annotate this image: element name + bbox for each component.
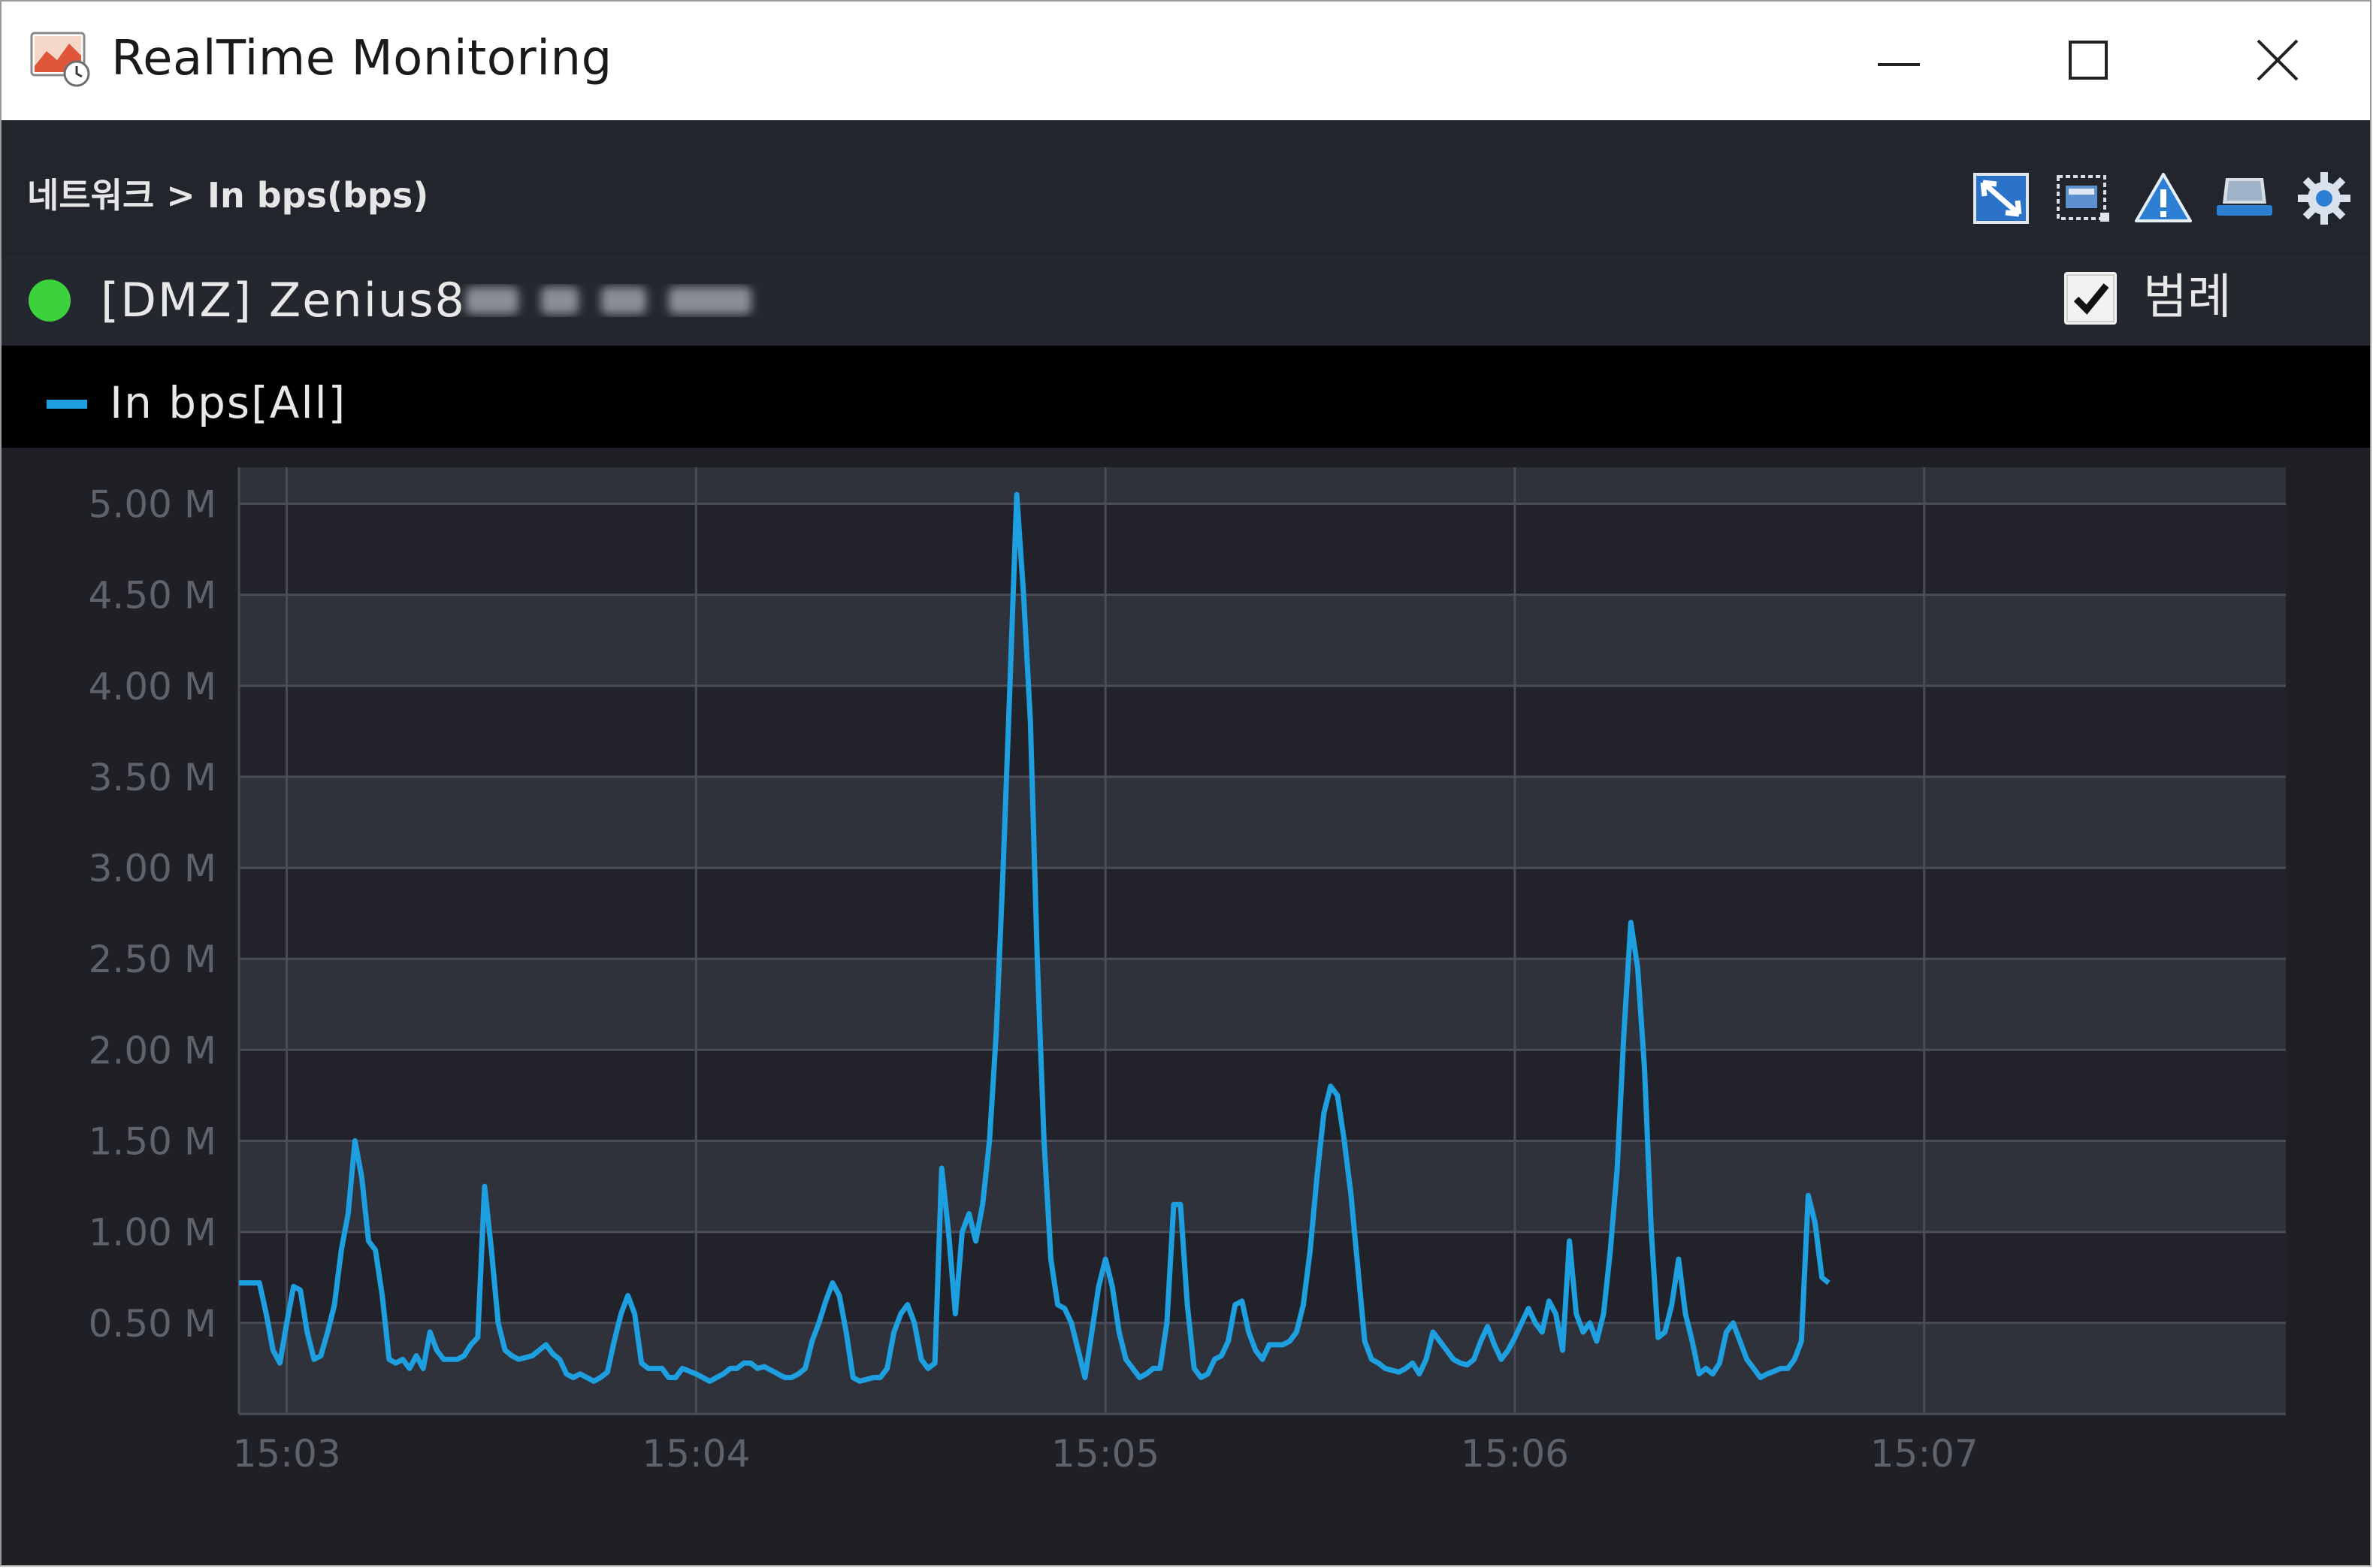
status-indicator [29,279,71,322]
y-tick-label: 2.50 M [89,938,216,981]
series-legend-bar [2,346,2370,448]
plot-band [239,594,2286,686]
y-tick-label: 2.00 M [89,1029,216,1072]
y-tick-label: 1.50 M [89,1120,216,1164]
legend-toggle-label[interactable]: 범례 [2143,266,2232,329]
title-bar[interactable]: RealTime Monitoring [2,2,2370,120]
legend-checkbox[interactable] [2064,272,2117,325]
series-color-swatch [47,400,87,409]
close-icon [2257,39,2299,81]
x-tick-label: 15:07 [1870,1432,1979,1476]
minimize-icon [1878,63,1920,66]
device-icon [2217,178,2272,216]
x-tick-label: 15:05 [1051,1432,1159,1476]
plot-band [239,1141,2286,1232]
zoom-fit-button[interactable] [1970,168,2032,228]
alert-button[interactable] [2133,168,2194,228]
plot-band [239,959,2286,1050]
y-tick-label: 5.00 M [89,482,216,526]
x-tick-label: 15:04 [642,1432,750,1476]
plot-band [239,503,2286,595]
gear-icon [2298,172,2350,225]
y-tick-label: 3.50 M [89,756,216,799]
plot-band [239,467,2286,504]
plot-band [239,776,2286,869]
device-button[interactable] [2214,168,2275,228]
plot-band [239,685,2286,777]
window-title: RealTime Monitoring [111,31,612,86]
y-tick-label: 1.00 M [89,1211,216,1255]
plot-band [239,1050,2286,1141]
plot-band [239,868,2286,959]
minimize-button[interactable] [1842,15,1955,105]
maximize-button[interactable] [2032,15,2145,105]
realtime-monitoring-window: RealTime Monitoring 네트워크 > In bps(bps) [… [0,0,2371,1566]
y-tick-label: 4.00 M [89,665,216,708]
select-area-button[interactable] [2053,168,2115,228]
x-tick-label: 15:03 [233,1432,341,1476]
series-legend-label: In bps[All] [110,377,347,428]
maximize-icon [2069,41,2108,80]
checkmark-icon [2066,274,2115,322]
plot-band [239,1322,2286,1414]
settings-button[interactable] [2293,168,2355,228]
line-chart: 0.50 M 1.00 M 1.50 M 2.00 M 2.50 M 3.00 M 3.50… [89,467,2286,1476]
y-tick-label: 4.50 M [89,574,216,618]
y-tick-label: 3.00 M [89,847,216,890]
select-area-icon [2057,175,2109,222]
zoom-fit-icon [1973,173,2029,224]
host-name: [DMZ] Zenius8 [101,273,466,328]
plot-band [239,1231,2286,1323]
monitoring-app-icon [30,32,90,87]
x-tick-label: 15:06 [1461,1432,1569,1476]
alert-icon [2135,173,2192,222]
y-tick-label: 0.50 M [89,1302,216,1346]
redacted-ip-address [466,287,751,314]
breadcrumb: 네트워크 > In bps(bps) [27,175,429,216]
close-button[interactable] [2221,15,2334,105]
